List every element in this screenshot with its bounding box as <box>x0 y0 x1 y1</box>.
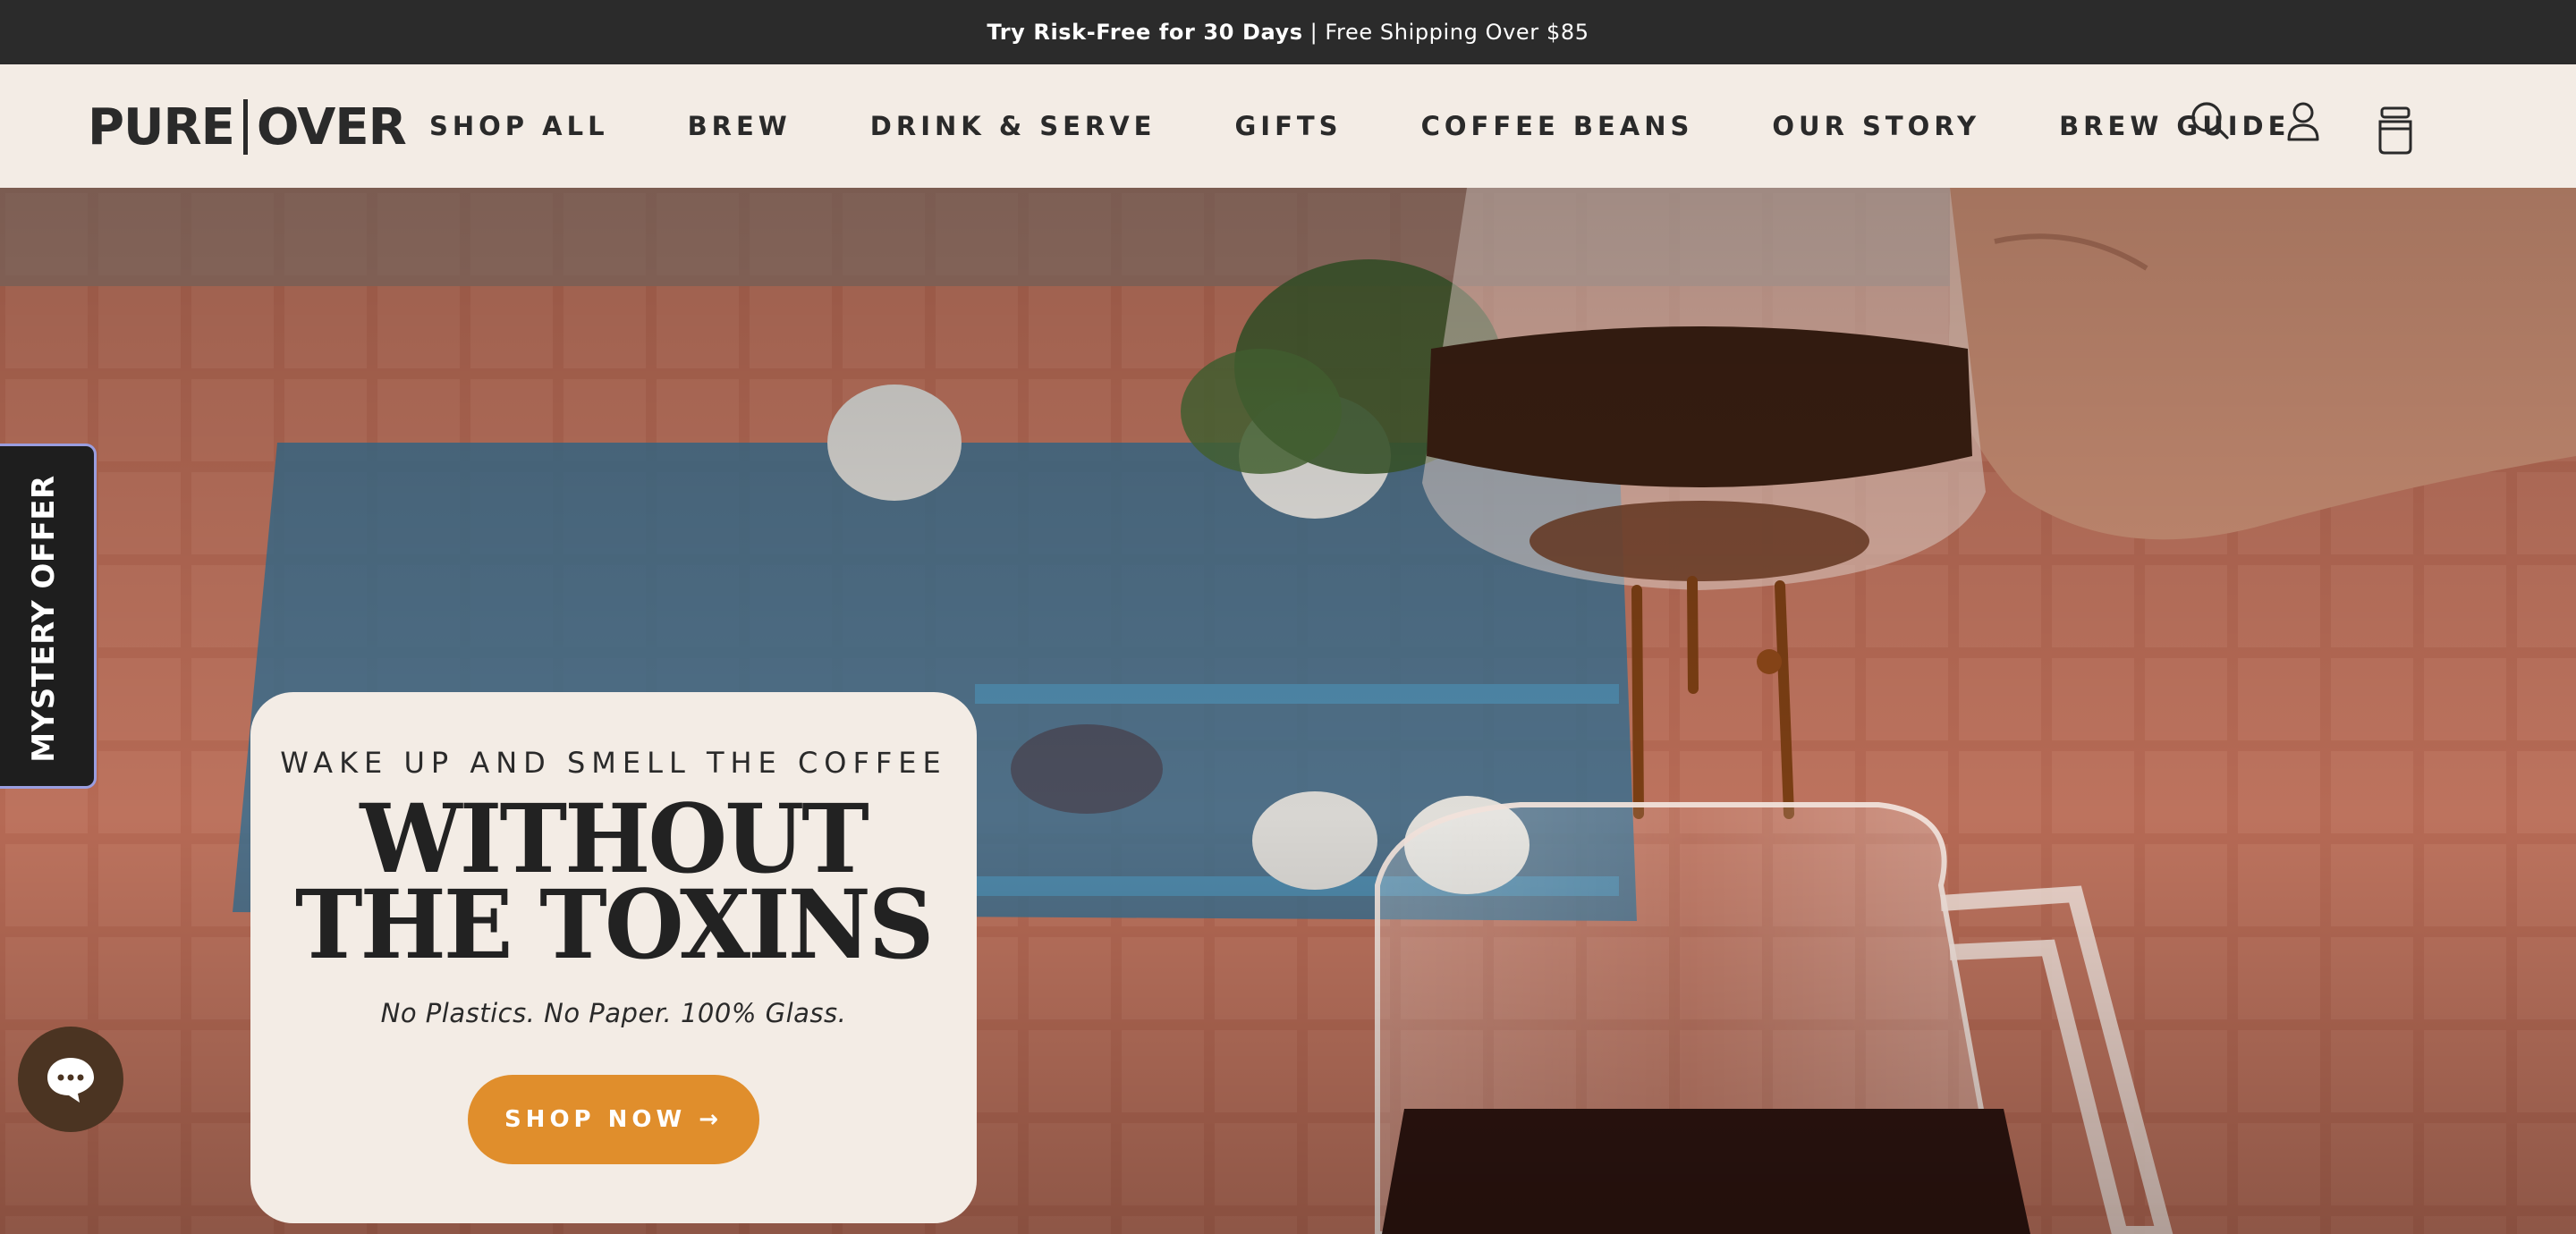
announcement-bar: Try Risk-Free for 30 Days | Free Shippin… <box>0 0 2576 64</box>
announcement-bold-text: Try Risk-Free for 30 Days <box>987 20 1303 45</box>
chat-bubble-icon <box>47 1058 94 1103</box>
nav-shop-all[interactable]: SHOP ALL <box>429 111 609 141</box>
nav-brew-guide[interactable]: BREW GUIDE <box>2059 111 2290 141</box>
account-icon[interactable] <box>2286 100 2320 143</box>
cart-icon[interactable] <box>2376 106 2415 156</box>
logo-text-left: PURE <box>88 97 235 156</box>
brand-logo[interactable]: PURE OVER <box>88 97 407 156</box>
hero-subline: No Plastics. No Paper. 100% Glass. <box>380 998 847 1028</box>
shop-now-button[interactable]: SHOP NOW → <box>468 1075 759 1164</box>
nav-our-story[interactable]: OUR STORY <box>1772 111 1980 141</box>
nav-coffee-beans[interactable]: COFFEE BEANS <box>1421 111 1694 141</box>
announcement-separator: | <box>1309 20 1318 45</box>
main-nav: SHOP ALL BREW DRINK & SERVE GIFTS COFFEE… <box>429 64 2290 188</box>
logo-divider <box>242 99 248 155</box>
mystery-offer-label: MYSTERY OFFER <box>26 475 62 763</box>
hero-eyebrow: WAKE UP AND SMELL THE COFFEE <box>280 746 947 780</box>
nav-drink-and-serve[interactable]: DRINK & SERVE <box>870 111 1157 141</box>
hero-headline: WITHOUT THE TOXINS <box>295 791 935 980</box>
hero-card: WAKE UP AND SMELL THE COFFEE WITHOUT THE… <box>250 692 977 1223</box>
hero-headline-line2: THE TOXINS <box>295 868 935 980</box>
announcement-text: Free Shipping Over $85 <box>1325 20 1589 45</box>
logo-text-right: OVER <box>256 97 407 156</box>
nav-brew[interactable]: BREW <box>688 111 792 141</box>
search-icon[interactable] <box>2190 100 2231 141</box>
hero-section: WAKE UP AND SMELL THE COFFEE WITHOUT THE… <box>0 188 2576 1234</box>
chat-button[interactable] <box>18 1027 123 1132</box>
mystery-offer-tab[interactable]: MYSTERY OFFER <box>0 444 97 789</box>
nav-gifts[interactable]: GIFTS <box>1235 111 1343 141</box>
